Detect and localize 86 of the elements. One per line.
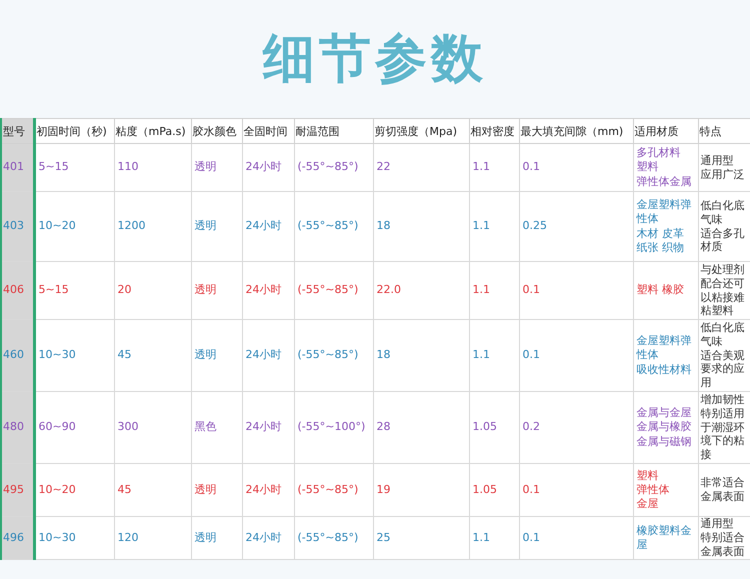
table-cell: 20 bbox=[114, 262, 191, 320]
table-cell: 1200 bbox=[114, 192, 191, 262]
column-header: 剪切强度（Mpa) bbox=[373, 118, 469, 144]
table-cell: 24小时 bbox=[242, 516, 294, 560]
column-header: 适用材质 bbox=[633, 118, 698, 144]
table-cell: 1.1 bbox=[469, 320, 519, 392]
table-cell: 24小时 bbox=[242, 192, 294, 262]
materials-cell: 多孔材料 塑料 弹性体金属 bbox=[633, 144, 698, 192]
table-cell: 透明 bbox=[191, 192, 242, 262]
table-cell: 22.0 bbox=[373, 262, 469, 320]
table-cell: 19 bbox=[373, 464, 469, 516]
table-cell: 5~15 bbox=[34, 262, 114, 320]
table-cell: 1.1 bbox=[469, 516, 519, 560]
table-cell: 24小时 bbox=[242, 464, 294, 516]
table-cell: 0.1 bbox=[519, 320, 633, 392]
column-header: 特点 bbox=[698, 118, 750, 144]
materials-cell: 金屋塑料弹性体 吸收性材料 bbox=[633, 320, 698, 392]
table-cell: (-55°~85°) bbox=[294, 464, 373, 516]
table-cell: 1.1 bbox=[469, 262, 519, 320]
table-cell: (-55°~85°) bbox=[294, 192, 373, 262]
model-cell: 496 bbox=[1, 516, 34, 560]
table-cell: 1.05 bbox=[469, 464, 519, 516]
column-header: 相对密度 bbox=[469, 118, 519, 144]
table-cell: 1.1 bbox=[469, 192, 519, 262]
table-cell: 120 bbox=[114, 516, 191, 560]
table-cell: 透明 bbox=[191, 464, 242, 516]
model-cell: 401 bbox=[1, 144, 34, 192]
table-cell: 24小时 bbox=[242, 320, 294, 392]
features-cell: 增加韧性特别适用于潮湿环境下的粘接 bbox=[698, 392, 750, 464]
column-header: 型号 bbox=[1, 118, 34, 144]
page-title: 细节参数 bbox=[262, 28, 488, 91]
table-cell: 0.25 bbox=[519, 192, 633, 262]
materials-cell: 金屋塑料弹性体 木材 皮革 纸张 织物 bbox=[633, 192, 698, 262]
table-cell: 24小时 bbox=[242, 144, 294, 192]
model-cell: 403 bbox=[1, 192, 34, 262]
materials-cell: 塑料 弹性体 金屋 bbox=[633, 464, 698, 516]
table-cell: 24小时 bbox=[242, 392, 294, 464]
column-header: 耐温范围 bbox=[294, 118, 373, 144]
table-cell: 0.1 bbox=[519, 464, 633, 516]
table-cell: 5~15 bbox=[34, 144, 114, 192]
model-cell: 460 bbox=[1, 320, 34, 392]
table-cell: 10~30 bbox=[34, 320, 114, 392]
table-cell: 45 bbox=[114, 320, 191, 392]
table-cell: 黑色 bbox=[191, 392, 242, 464]
table-cell: 60~90 bbox=[34, 392, 114, 464]
column-header: 胶水颜色 bbox=[191, 118, 242, 144]
features-cell: 通用型 特别适合 金属表面 bbox=[698, 516, 750, 560]
table-cell: 10~20 bbox=[34, 192, 114, 262]
table-cell: 透明 bbox=[191, 144, 242, 192]
features-cell: 低白化底气味 适合美观要求的应用 bbox=[698, 320, 750, 392]
materials-cell: 金属与金屋 金属与橡胶 金属与磁钢 bbox=[633, 392, 698, 464]
table-cell: 110 bbox=[114, 144, 191, 192]
table-cell: 10~20 bbox=[34, 464, 114, 516]
model-cell: 480 bbox=[1, 392, 34, 464]
table-cell: 0.1 bbox=[519, 516, 633, 560]
table-cell: 25 bbox=[373, 516, 469, 560]
materials-cell: 橡胶塑料金屋 bbox=[633, 516, 698, 560]
table-cell: 0.1 bbox=[519, 144, 633, 192]
table-cell: 1.05 bbox=[469, 392, 519, 464]
column-header: 初固时间（秒) bbox=[34, 118, 114, 144]
table-cell: 0.1 bbox=[519, 262, 633, 320]
table-cell: 0.2 bbox=[519, 392, 633, 464]
column-header: 全固时间 bbox=[242, 118, 294, 144]
table-cell: 18 bbox=[373, 320, 469, 392]
table-cell: 18 bbox=[373, 192, 469, 262]
table-cell: 10~30 bbox=[34, 516, 114, 560]
table-cell: (-55°~85°) bbox=[294, 320, 373, 392]
table-cell: 300 bbox=[114, 392, 191, 464]
materials-cell: 塑料 橡胶 bbox=[633, 262, 698, 320]
table-cell: (-55°~85°) bbox=[294, 516, 373, 560]
table-cell: 24小时 bbox=[242, 262, 294, 320]
table-cell: (-55°~85°) bbox=[294, 144, 373, 192]
table-cell: 透明 bbox=[191, 516, 242, 560]
model-cell: 406 bbox=[1, 262, 34, 320]
table-cell: 45 bbox=[114, 464, 191, 516]
table-cell: (-55°~85°) bbox=[294, 262, 373, 320]
table-cell: 1.1 bbox=[469, 144, 519, 192]
column-header: 最大填充间隙（mm) bbox=[519, 118, 633, 144]
table-cell: 22 bbox=[373, 144, 469, 192]
table-cell: (-55°~100°) bbox=[294, 392, 373, 464]
features-cell: 与处理剂配合还可以粘接难粘塑料 bbox=[698, 262, 750, 320]
table-cell: 28 bbox=[373, 392, 469, 464]
model-cell: 495 bbox=[1, 464, 34, 516]
table-cell: 透明 bbox=[191, 262, 242, 320]
column-header: 粘度（mPa.s) bbox=[114, 118, 191, 144]
table-cell: 透明 bbox=[191, 320, 242, 392]
